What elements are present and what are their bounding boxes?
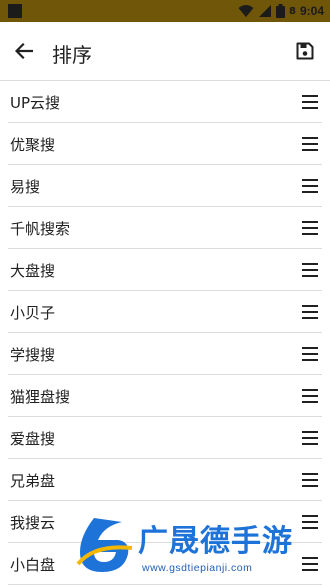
arrow-left-icon xyxy=(15,43,33,59)
drag-handle-icon[interactable] xyxy=(302,95,318,109)
list-item-label: 优聚搜 xyxy=(10,135,56,154)
drag-handle-icon[interactable] xyxy=(302,389,318,403)
list-item[interactable]: 大盘搜 xyxy=(0,249,330,291)
sort-list: UP云搜优聚搜易搜千帆搜索大盘搜小贝子学搜搜猫狸盘搜爱盘搜兄弟盘我搜云小白盘 xyxy=(0,81,330,585)
list-item[interactable]: 千帆搜索 xyxy=(0,207,330,249)
list-item[interactable]: UP云搜 xyxy=(0,81,330,123)
list-item-label: 兄弟盘 xyxy=(10,471,56,490)
list-item-label: 学搜搜 xyxy=(10,345,56,364)
list-item[interactable]: 学搜搜 xyxy=(0,333,330,375)
signal-icon xyxy=(259,5,271,17)
list-item[interactable]: 小贝子 xyxy=(0,291,330,333)
list-item-label: 我搜云 xyxy=(10,513,56,532)
list-item[interactable]: 优聚搜 xyxy=(0,123,330,165)
list-item[interactable]: 猫狸盘搜 xyxy=(0,375,330,417)
list-item-label: 小白盘 xyxy=(10,555,56,574)
list-item-label: UP云搜 xyxy=(10,93,61,112)
list-item-label: 千帆搜索 xyxy=(10,219,71,238)
list-item-label: 爱盘搜 xyxy=(10,429,56,448)
watermark-logo-icon xyxy=(76,518,133,572)
save-button[interactable] xyxy=(292,38,318,64)
drag-handle-icon[interactable] xyxy=(302,179,318,193)
list-item[interactable]: 易搜 xyxy=(0,165,330,207)
status-icons: 8 9:04 xyxy=(238,3,324,19)
watermark: 广晟德手游 www.gsdtiepianji.com xyxy=(66,512,330,586)
page-title: 排序 xyxy=(52,43,92,67)
floppy-disk-icon xyxy=(296,42,314,60)
list-item-label: 小贝子 xyxy=(10,303,56,322)
drag-handle-icon[interactable] xyxy=(302,431,318,445)
list-item-label: 猫狸盘搜 xyxy=(10,387,71,406)
watermark-url: www.gsdtiepianji.com xyxy=(142,562,253,574)
list-item-label: 大盘搜 xyxy=(10,261,56,280)
drag-handle-icon[interactable] xyxy=(302,137,318,151)
drag-handle-icon[interactable] xyxy=(302,305,318,319)
list-item[interactable]: 爱盘搜 xyxy=(0,417,330,459)
watermark-title: 广晟德手游 xyxy=(138,524,293,559)
back-button[interactable] xyxy=(10,37,38,65)
list-item-label: 易搜 xyxy=(10,177,41,196)
drag-handle-icon[interactable] xyxy=(302,473,318,487)
battery-level: 8 xyxy=(289,5,296,17)
battery-icon xyxy=(276,4,285,18)
clock: 9:04 xyxy=(299,4,324,18)
list-item[interactable]: 兄弟盘 xyxy=(0,459,330,501)
drag-handle-icon[interactable] xyxy=(302,347,318,361)
drag-handle-icon[interactable] xyxy=(302,263,318,277)
wifi-icon xyxy=(238,5,254,17)
toolbar: 排序 xyxy=(0,22,330,80)
notification-icon xyxy=(8,4,22,18)
drag-handle-icon[interactable] xyxy=(302,221,318,235)
status-bar: 8 9:04 xyxy=(0,0,330,22)
